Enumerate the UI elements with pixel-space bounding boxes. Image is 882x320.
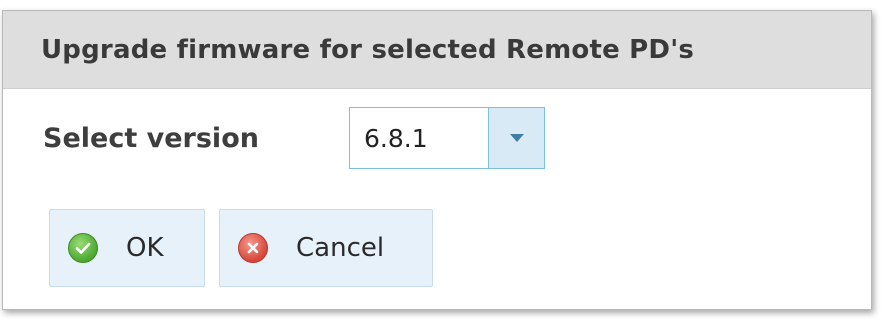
upgrade-firmware-dialog: Upgrade firmware for selected Remote PD'… <box>2 10 872 310</box>
version-row: Select version 6.8.1 <box>3 107 871 169</box>
checkmark-circle-icon <box>68 233 98 263</box>
ok-button-label: OK <box>126 233 164 263</box>
version-select[interactable]: 6.8.1 <box>349 107 545 169</box>
version-select-value[interactable]: 6.8.1 <box>350 108 488 168</box>
version-select-dropdown-button[interactable] <box>488 108 544 168</box>
ok-button[interactable]: OK <box>49 209 205 287</box>
close-circle-icon <box>238 233 268 263</box>
chevron-down-icon <box>509 134 524 142</box>
dialog-title: Upgrade firmware for selected Remote PD'… <box>41 34 695 65</box>
cancel-button[interactable]: Cancel <box>219 209 433 287</box>
select-version-label: Select version <box>43 123 259 154</box>
dialog-titlebar[interactable]: Upgrade firmware for selected Remote PD'… <box>3 11 871 89</box>
cancel-button-label: Cancel <box>296 233 385 263</box>
dialog-buttons: OK Cancel <box>49 209 433 287</box>
